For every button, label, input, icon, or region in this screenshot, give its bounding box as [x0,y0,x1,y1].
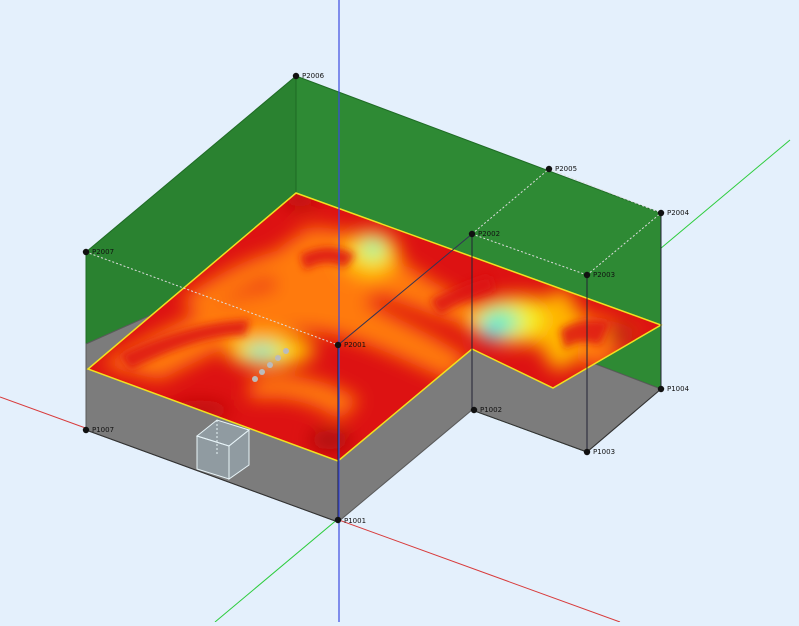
3d-model-viewport[interactable]: P2006 P2005 P2004 P2007 P2002 P2003 P200… [0,0,799,623]
node-p1003[interactable]: P1003 [583,448,615,456]
svg-text:P2001: P2001 [344,341,366,349]
svg-text:P1003: P1003 [593,448,615,456]
svg-text:P2007: P2007 [92,248,114,256]
svg-text:P1002: P1002 [480,406,502,414]
node-p1007[interactable]: P1007 [82,426,114,434]
node-p2002[interactable]: P2002 [468,230,500,238]
svg-text:P2006: P2006 [302,72,325,80]
svg-text:P1004: P1004 [667,385,690,393]
svg-text:P1001: P1001 [344,517,366,525]
svg-text:P2005: P2005 [555,165,577,173]
node-p1004[interactable]: P1004 [657,385,690,393]
node-p2007[interactable]: P2007 [82,248,114,256]
svg-text:P2003: P2003 [593,271,615,279]
node-p1002[interactable]: P1002 [470,406,502,414]
node-p2004[interactable]: P2004 [657,209,690,217]
node-p2001[interactable]: P2001 [334,341,366,349]
svg-text:P1007: P1007 [92,426,114,434]
svg-text:P2002: P2002 [478,230,500,238]
node-p2005[interactable]: P2005 [545,165,577,173]
svg-text:P2004: P2004 [667,209,690,217]
node-p2003[interactable]: P2003 [583,271,615,279]
